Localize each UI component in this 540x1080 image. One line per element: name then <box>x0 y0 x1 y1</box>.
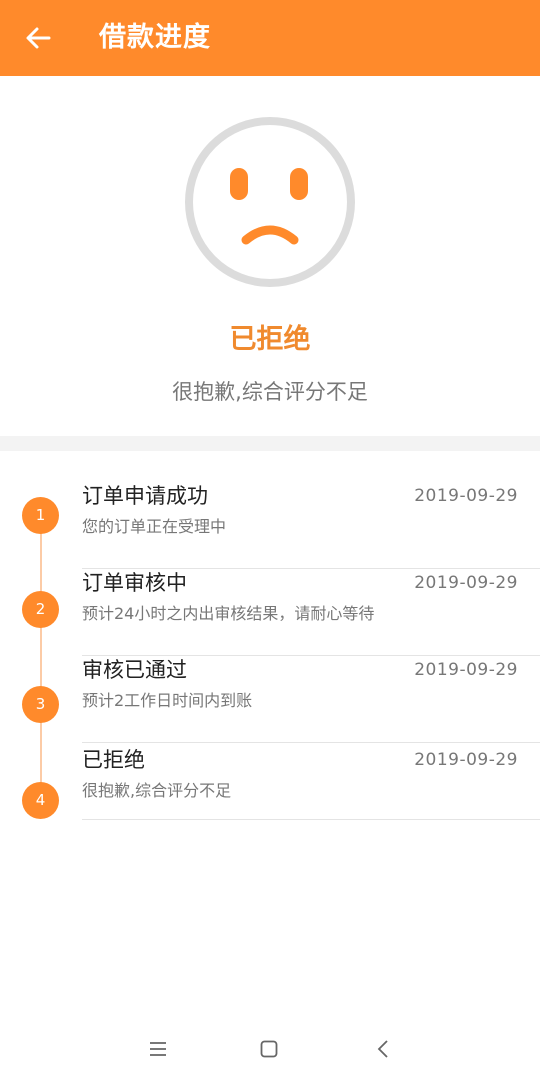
page-title: 借款进度 <box>99 22 211 53</box>
timeline-step: 订单审核中 2019-09-29 预计24小时之内出审核结果，请耐心等待 <box>82 568 540 656</box>
home-button[interactable] <box>251 1034 287 1064</box>
timeline-step: 审核已通过 2019-09-29 预计2工作日时间内到账 <box>82 655 540 743</box>
step-title: 已拒绝 <box>82 748 145 772</box>
timeline-line <box>40 515 42 801</box>
progress-timeline: 1 2 3 4 订单申请成功 2019-09-29 您的订单正在受理中 订单审核… <box>0 451 540 831</box>
step-number-2: 2 <box>22 591 59 628</box>
step-date: 2019-09-29 <box>414 573 518 593</box>
back-chevron-icon <box>377 1040 388 1058</box>
step-separator <box>82 819 540 820</box>
status-title: 已拒绝 <box>229 324 311 355</box>
timeline-step: 订单申请成功 2019-09-29 您的订单正在受理中 <box>82 481 540 569</box>
step-description: 预计2工作日时间内到账 <box>82 691 253 710</box>
arrow-left-icon <box>26 27 51 49</box>
header-bar: 借款进度 <box>0 0 540 76</box>
status-subtitle: 很抱歉,综合评分不足 <box>172 380 368 404</box>
step-description: 您的订单正在受理中 <box>82 517 227 536</box>
step-separator <box>82 742 540 743</box>
timeline-step: 已拒绝 2019-09-29 很抱歉,综合评分不足 <box>82 745 540 820</box>
step-title: 审核已通过 <box>82 658 187 682</box>
system-navigation-bar <box>0 1020 540 1080</box>
step-description: 很抱歉,综合评分不足 <box>82 781 232 800</box>
system-back-button[interactable] <box>365 1034 401 1064</box>
loan-progress-screen: 借款进度 已拒绝 很抱歉,综合评分不足 1 2 3 4 订单申请成功 2019-… <box>0 0 540 1080</box>
menu-icon <box>150 1042 166 1056</box>
status-panel: 已拒绝 很抱歉,综合评分不足 <box>0 76 540 436</box>
step-date: 2019-09-29 <box>414 660 518 680</box>
step-title: 订单申请成功 <box>82 484 208 508</box>
section-divider <box>0 436 540 451</box>
step-number-1: 1 <box>22 497 59 534</box>
step-date: 2019-09-29 <box>414 486 518 506</box>
step-date: 2019-09-29 <box>414 750 518 770</box>
home-square-icon <box>260 1040 278 1058</box>
sad-face-icon <box>185 117 355 287</box>
back-button[interactable] <box>14 16 62 60</box>
step-number-4: 4 <box>22 782 59 819</box>
step-description: 预计24小时之内出审核结果，请耐心等待 <box>82 604 375 623</box>
step-number-3: 3 <box>22 686 59 723</box>
step-title: 订单审核中 <box>82 571 187 595</box>
menu-button[interactable] <box>140 1034 176 1064</box>
